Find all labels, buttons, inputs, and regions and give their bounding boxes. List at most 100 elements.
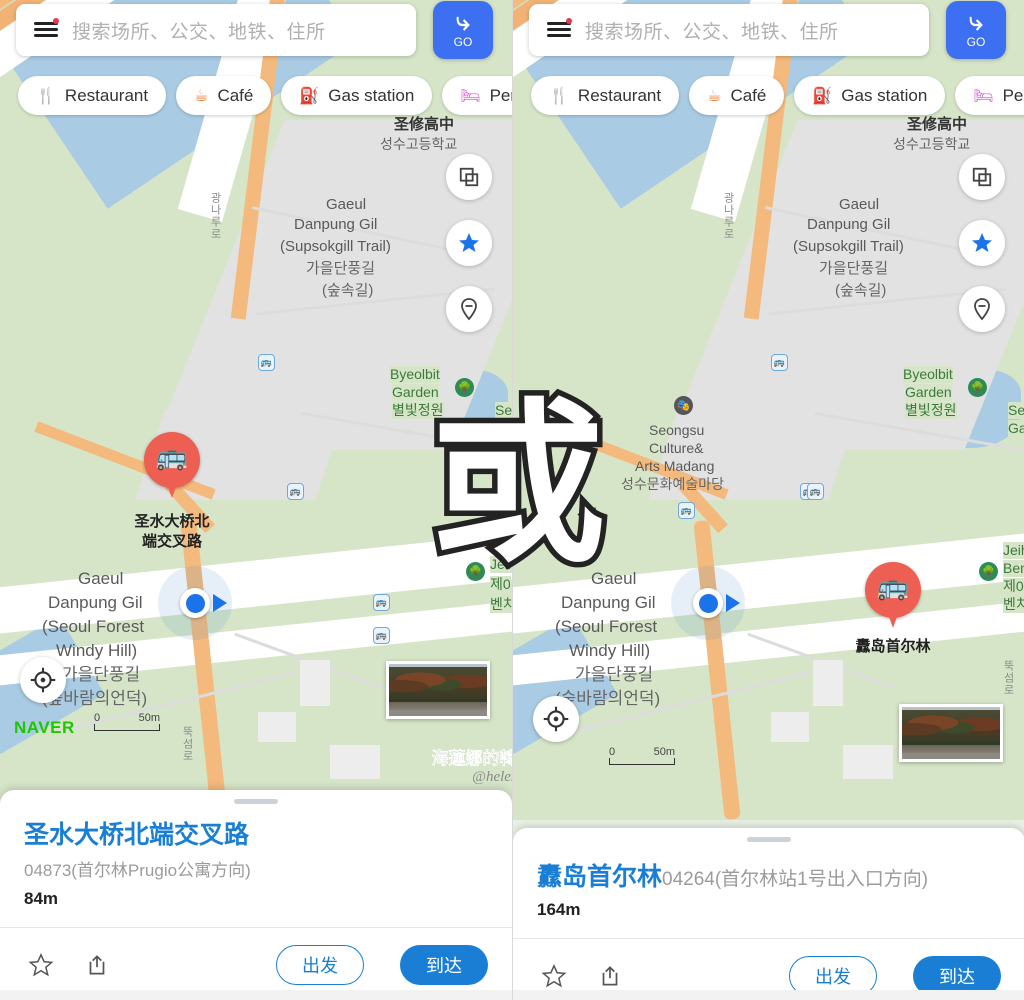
pin-minus-icon (461, 298, 477, 321)
share-icon (602, 966, 618, 986)
map-label-school-kr: 성수고등학교 (893, 136, 971, 152)
map-label-trail-en-1: Gaeul (326, 196, 367, 213)
map-label-jeiho-2: Ben (1003, 560, 1024, 577)
cafe-icon: ☕ (707, 87, 722, 105)
search-input[interactable]: 搜索场所、公交、地铁、住所 (529, 4, 929, 56)
locate-me-icon (543, 706, 569, 732)
hamburger-menu-icon[interactable] (34, 18, 59, 39)
place-distance: 84m (24, 889, 59, 908)
category-chip-row[interactable]: 🍴 Restaurant ☕ Café ⛽ Gas station 🛏 Pens… (513, 76, 1024, 116)
bus-stop-icon[interactable]: 🚌 (771, 354, 788, 371)
heading-arrow-icon (213, 594, 227, 612)
heading-arrow-icon (726, 594, 740, 612)
turn-right-arrow-icon: ⤷ (968, 8, 983, 36)
gas-station-icon: ⛽ (299, 87, 320, 105)
remove-pin-button[interactable] (959, 286, 1005, 332)
chip-restaurant[interactable]: 🍴 Restaurant (18, 76, 167, 115)
place-subtitle: 04873(首尔林Prugio公寓方向) (24, 861, 251, 880)
map-label-windy-en-2: Danpung Gil (48, 593, 143, 612)
chip-cafe-label: Café (217, 85, 254, 105)
cafe-icon: ☕ (194, 87, 209, 105)
bus-stop-icon[interactable]: 🚌 (807, 483, 824, 500)
map-label-trail-kr-2: (숲속길) (322, 282, 374, 299)
hamburger-menu-icon[interactable] (547, 18, 572, 39)
search-input[interactable]: 搜索场所、公交、地铁、住所 (16, 4, 416, 56)
map-label-windy-en-1: Gaeul (78, 569, 124, 588)
notification-dot (53, 18, 59, 24)
map-label-school-cn: 圣修高中 (394, 116, 455, 133)
map-label-trail-en-1: Gaeul (839, 196, 880, 213)
chip-gas-station[interactable]: ⛽ Gas station (794, 76, 946, 115)
map-label-trail-en-2: Danpung Gil (294, 216, 378, 233)
chip-pension[interactable]: 🛏 Pension (955, 76, 1024, 115)
chip-pension-label: Pension (489, 85, 512, 105)
favorite-button[interactable] (24, 948, 58, 982)
map-label-trail-en-2: Danpung Gil (807, 216, 891, 233)
jeiho-bench-poi-icon[interactable]: 🌳 (979, 562, 998, 581)
place-subtitle: 04264(首尔林站1号出入口方向) (662, 869, 929, 890)
street-view-thumbnail[interactable] (386, 661, 490, 719)
map-label-seoul-garden-1: Se (1008, 402, 1024, 419)
chip-gas-station[interactable]: ⛽ Gas station (281, 76, 433, 115)
bus-stop-icon[interactable]: 🚌 (373, 627, 390, 644)
chip-restaurant[interactable]: 🍴 Restaurant (531, 76, 680, 115)
locate-me-button[interactable] (533, 696, 579, 742)
star-icon (972, 233, 992, 252)
street-view-thumbnail[interactable] (899, 704, 1003, 762)
share-icon (89, 955, 105, 975)
watermark-line2: @helena.tw (472, 769, 512, 785)
map-label-trail-kr-1: 가을단풍길 (306, 260, 376, 277)
bus-stop-icon[interactable]: 🚌 (287, 483, 304, 500)
chip-pension[interactable]: 🛏 Pension (442, 76, 512, 115)
map-label-trail-en-3: (Supsokgill Trail) (280, 238, 391, 255)
naver-logo: NAVER (14, 718, 75, 737)
map-label-school-cn: 圣修高中 (907, 116, 968, 133)
dual-screenshot-comparison: 圣修高中 성수고등학교 Gaeul Danpung Gil (Supsokgil… (0, 0, 1024, 1000)
map-label-byeolbit-kr: 별빛정원 (905, 402, 957, 419)
map-label-seongsu-en-2: Culture& (649, 440, 704, 456)
selected-place-marker[interactable]: 🚌 (865, 562, 921, 632)
byeolbit-garden-poi-icon[interactable]: 🌳 (968, 378, 987, 397)
go-button[interactable]: ⤷ GO (433, 1, 493, 59)
map-label-byeolbit-en-1: Byeolbit (390, 366, 440, 383)
scale-min-label: 0 (94, 712, 101, 724)
bottom-system-bar (0, 990, 512, 1000)
seongsu-culture-poi-icon[interactable]: 🎭 (674, 396, 693, 415)
pension-icon: 🛏 (973, 87, 994, 105)
bus-stop-icon[interactable]: 🚌 (258, 354, 275, 371)
layers-icon (972, 167, 992, 187)
marker-label-line1: 圣水大桥北 (134, 513, 210, 530)
restaurant-icon: 🍴 (36, 87, 56, 105)
map-label-trail-en-3: (Supsokgill Trail) (793, 238, 904, 255)
map-label-jeiho-kr-1: 제0 (1003, 578, 1024, 595)
share-button[interactable] (593, 959, 627, 993)
scale-bar-line (609, 758, 675, 765)
author-watermark: 海蓮娜的韓國大世界 @helena.tw (418, 744, 512, 786)
map-label-trail-kr-2: (숲속길) (835, 282, 887, 299)
share-button[interactable] (80, 948, 114, 982)
watermark-line1: 海蓮娜的韓國大世界 (431, 749, 512, 768)
locate-me-button[interactable] (20, 657, 66, 703)
map-label-road-name-2: 뚝섬로 (1002, 660, 1014, 696)
search-row: 搜索场所、公交、地铁、住所 ⤷ GO (513, 0, 1024, 62)
favorites-button[interactable] (959, 220, 1005, 266)
favorites-button[interactable] (446, 220, 492, 266)
chip-cafe[interactable]: ☕ Café (689, 76, 785, 115)
remove-pin-button[interactable] (446, 286, 492, 332)
go-button[interactable]: ⤷ GO (946, 1, 1006, 59)
bus-stop-icon[interactable]: 🚌 (678, 502, 695, 519)
bus-stop-icon[interactable]: 🚌 (373, 594, 390, 611)
selected-place-marker[interactable]: 🚌 (144, 432, 200, 502)
favorite-button[interactable] (537, 959, 571, 993)
map-layers-button[interactable] (959, 154, 1005, 200)
category-chip-row[interactable]: 🍴 Restaurant ☕ Café ⛽ Gas station 🛏 Pens… (0, 76, 512, 116)
arrive-button[interactable]: 到达 (400, 945, 488, 985)
go-button-label: GO (453, 35, 473, 49)
map-label-road-name-2: 뚝섬로 (181, 726, 193, 762)
scale-min-label: 0 (609, 746, 616, 758)
map-layers-button[interactable] (446, 154, 492, 200)
depart-button[interactable]: 出发 (276, 945, 364, 985)
chip-cafe[interactable]: ☕ Café (176, 76, 272, 115)
current-location-dot (693, 588, 723, 618)
map-label-jeiho-1: Jeih (1003, 542, 1024, 559)
